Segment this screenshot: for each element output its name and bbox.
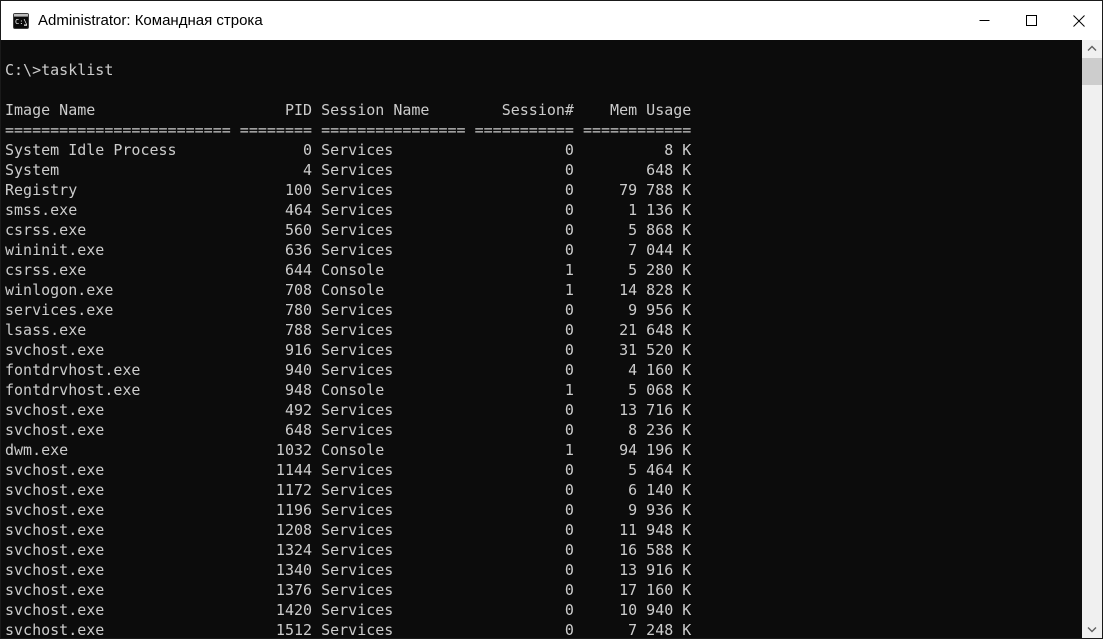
console-line: lsass.exe 788 Services 0 21 648 K: [5, 321, 692, 339]
close-button[interactable]: [1055, 1, 1102, 40]
console-line: winlogon.exe 708 Console 1 14 828 K: [5, 281, 692, 299]
close-icon: [1072, 14, 1085, 27]
console-line: fontdrvhost.exe 948 Console 1 5 068 K: [5, 381, 692, 399]
console-line: dwm.exe 1032 Console 1 94 196 K: [5, 441, 692, 459]
minimize-icon: [979, 20, 990, 21]
console-line: System 4 Services 0 648 K: [5, 161, 692, 179]
console-line: System Idle Process 0 Services 0 8 K: [5, 141, 692, 159]
window-title: Administrator: Командная строка: [38, 12, 263, 29]
cmd-icon[interactable]: C:\: [13, 12, 29, 29]
console-line: svchost.exe 1196 Services 0 9 936 K: [5, 501, 692, 519]
console-line: svchost.exe 1420 Services 0 10 940 K: [5, 601, 692, 619]
maximize-icon: [1026, 15, 1037, 26]
console-line: services.exe 780 Services 0 9 956 K: [5, 301, 692, 319]
console-line: svchost.exe 1324 Services 0 16 588 K: [5, 541, 692, 559]
console-output: C:\>tasklist Image Name PID Session Name …: [1, 40, 1102, 638]
console-line: ========================= ======== =====…: [5, 121, 692, 139]
console-viewport[interactable]: C:\>tasklist Image Name PID Session Name …: [1, 40, 1102, 638]
scroll-up-button[interactable]: [1082, 40, 1102, 57]
console-line: svchost.exe 492 Services 0 13 716 K: [5, 401, 692, 419]
console-line: Registry 100 Services 0 79 788 K: [5, 181, 692, 199]
console-line: smss.exe 464 Services 0 1 136 K: [5, 201, 692, 219]
scrollbar[interactable]: [1082, 40, 1102, 638]
console-line: Image Name PID Session Name Session# Mem…: [5, 101, 692, 119]
console-line: svchost.exe 1512 Services 0 7 248 K: [5, 621, 692, 638]
console-line: svchost.exe 1208 Services 0 11 948 K: [5, 521, 692, 539]
console-line: svchost.exe 1340 Services 0 13 916 K: [5, 561, 692, 579]
chevron-up-icon: [1087, 45, 1097, 51]
cmd-icon: C:\: [13, 12, 29, 29]
scroll-thumb[interactable]: [1082, 58, 1102, 85]
maximize-button[interactable]: [1008, 1, 1055, 40]
console-line: svchost.exe 1172 Services 0 6 140 K: [5, 481, 692, 499]
window-controls: [961, 1, 1102, 40]
prompt-line: C:\>tasklist: [5, 61, 114, 79]
minimize-button[interactable]: [961, 1, 1008, 40]
console-line: wininit.exe 636 Services 0 7 044 K: [5, 241, 692, 259]
command-prompt-window: C:\ Administrator: Командная строка C:\>…: [0, 0, 1103, 639]
titlebar[interactable]: C:\ Administrator: Командная строка: [1, 1, 1102, 40]
console-line: svchost.exe 1144 Services 0 5 464 K: [5, 461, 692, 479]
console-line: svchost.exe 1376 Services 0 17 160 K: [5, 581, 692, 599]
console-line: svchost.exe 916 Services 0 31 520 K: [5, 341, 692, 359]
console-line: svchost.exe 648 Services 0 8 236 K: [5, 421, 692, 439]
console-line: csrss.exe 560 Services 0 5 868 K: [5, 221, 692, 239]
console-line: csrss.exe 644 Console 1 5 280 K: [5, 261, 692, 279]
scroll-down-button[interactable]: [1082, 621, 1102, 638]
chevron-down-icon: [1087, 627, 1097, 633]
console-line: fontdrvhost.exe 940 Services 0 4 160 K: [5, 361, 692, 379]
